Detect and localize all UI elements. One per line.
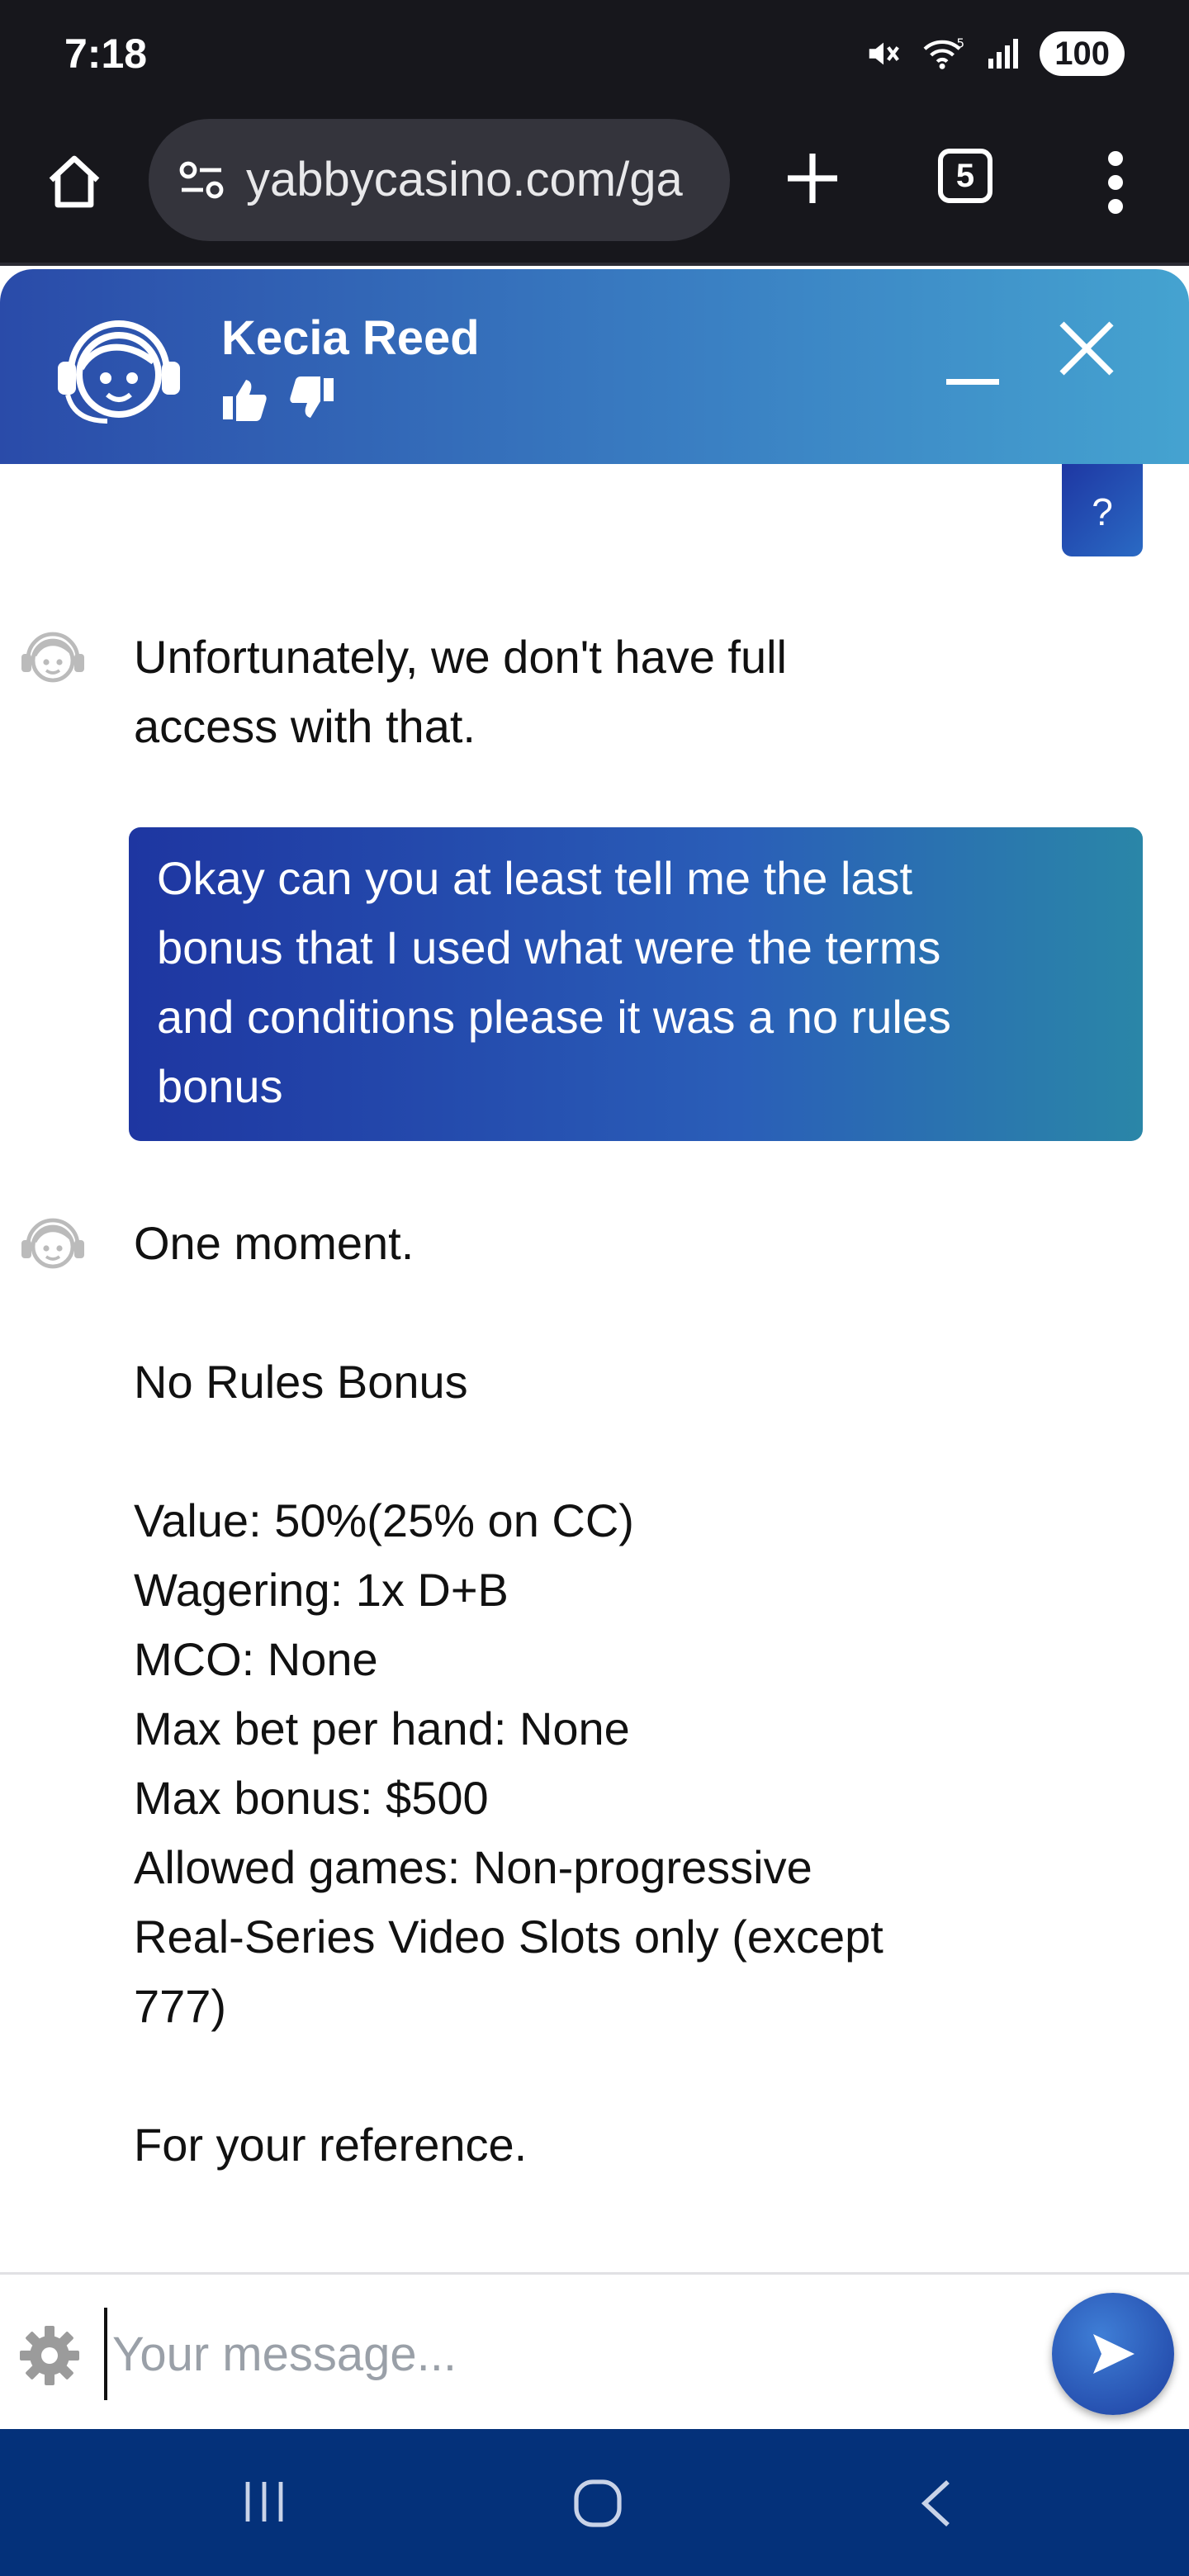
wifi-icon: 5	[921, 35, 967, 73]
bonus-term: Max bonus: $500	[134, 1772, 489, 1824]
bonus-term: Wagering: 1x D+B	[134, 1564, 509, 1616]
message-line: One moment.	[134, 1217, 414, 1269]
message-line: and conditions please it was a no rules	[157, 991, 951, 1043]
agent-name: Kecia Reed	[221, 311, 480, 365]
user-message-bubble: ?	[1062, 464, 1143, 556]
bonus-term: Max bet per hand: None	[134, 1702, 630, 1754]
gear-icon[interactable]	[17, 2323, 83, 2389]
message-line: bonus that I used what were the terms	[157, 921, 941, 973]
message-input[interactable]	[104, 2308, 1022, 2400]
message-line: Okay can you at least tell me the last	[157, 852, 913, 904]
bonus-title: No Rules Bonus	[134, 1356, 468, 1408]
plus-icon[interactable]	[781, 147, 844, 210]
agent-avatar-icon	[45, 299, 193, 439]
site-settings-icon[interactable]	[177, 157, 226, 207]
bonus-term: 777)	[134, 1980, 227, 2032]
home-icon[interactable]	[41, 149, 107, 215]
thumbs-up-icon[interactable]	[221, 376, 269, 427]
back-icon[interactable]	[912, 2477, 961, 2534]
send-button[interactable]	[1052, 2293, 1174, 2415]
bot-avatar-icon	[15, 1205, 91, 1281]
send-icon	[1093, 2334, 1135, 2374]
browser-toolbar: yabbycasino.com/ga 5	[0, 107, 1189, 266]
status-time: 7:18	[64, 31, 148, 77]
bonus-term: Allowed games: Non-progressive	[134, 1841, 812, 1893]
bonus-term: Value: 50%(25% on CC)	[134, 1494, 634, 1546]
chat-messages[interactable]: ? Unfortunately, we don't have full acce…	[0, 464, 1189, 2272]
address-bar[interactable]: yabbycasino.com/ga	[149, 119, 730, 241]
bot-avatar-icon	[15, 619, 91, 695]
close-icon[interactable]	[1057, 319, 1116, 378]
thumbs-down-icon[interactable]	[287, 376, 335, 427]
bot-message: Unfortunately, we don't have full access…	[134, 623, 1059, 761]
svg-text:5: 5	[957, 36, 965, 50]
message-line: bonus	[157, 1060, 283, 1112]
bot-message: One moment. No Rules Bonus Value: 50%(25…	[134, 1209, 1059, 2180]
bonus-term: MCO: None	[134, 1633, 378, 1685]
status-bar: 7:18 5 100	[0, 0, 1189, 107]
rating-controls	[221, 376, 335, 427]
minimize-icon[interactable]	[946, 376, 999, 392]
battery-icon: 100	[1040, 31, 1125, 76]
recents-icon[interactable]	[239, 2477, 289, 2531]
home-icon[interactable]	[571, 2477, 624, 2534]
message-line: Unfortunately, we don't have full	[134, 631, 787, 683]
url-text: yabbycasino.com/ga	[246, 153, 683, 206]
user-message-bubble: Okay can you at least tell me the last b…	[129, 827, 1143, 1141]
status-icons: 5 100	[865, 31, 1125, 76]
mute-icon	[865, 35, 902, 73]
system-nav-bar	[0, 2429, 1189, 2576]
signal-icon	[985, 36, 1021, 72]
chat-header: Kecia Reed	[0, 269, 1189, 464]
message-line: For your reference.	[134, 2119, 528, 2171]
more-icon[interactable]	[1095, 145, 1136, 220]
message-line: access with that.	[134, 700, 476, 752]
bonus-term: Real-Series Video Slots only (except	[134, 1911, 883, 1963]
message-composer	[0, 2272, 1189, 2432]
tabs-icon[interactable]: 5	[938, 149, 992, 203]
